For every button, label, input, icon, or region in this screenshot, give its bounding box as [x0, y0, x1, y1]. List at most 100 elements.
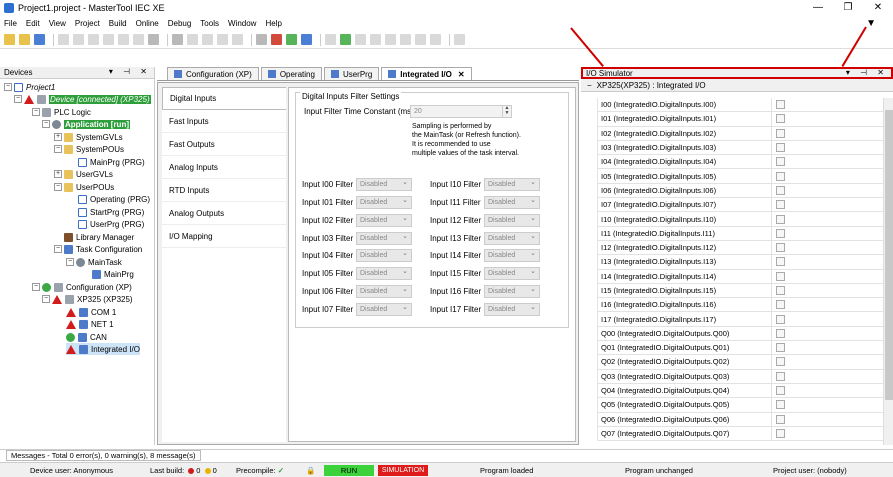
filter-dropdown[interactable]: Disabled	[484, 302, 540, 316]
sidetab-analog-outputs[interactable]: Analog Outputs	[162, 202, 286, 225]
io-checkbox[interactable]	[776, 300, 785, 310]
io-checkbox[interactable]	[776, 428, 785, 438]
sidetab-fast-outputs[interactable]: Fast Outputs	[162, 133, 286, 156]
tree-node-configuration[interactable]: − Configuration (XP)	[32, 281, 132, 293]
redo-icon[interactable]	[88, 34, 99, 45]
filter-dropdown[interactable]: Disabled	[484, 266, 540, 280]
tree-node-application[interactable]: − Application [run]	[42, 118, 130, 130]
collapse-icon[interactable]: −	[42, 120, 50, 128]
filter-dropdown[interactable]: Disabled	[356, 177, 412, 191]
io-simulator-device[interactable]: − XP325(XP325) : Integrated I/O	[581, 79, 893, 92]
tab-operating[interactable]: Operating	[260, 67, 322, 80]
spinner-icon[interactable]: ▲ ▼	[502, 106, 511, 117]
tree-node-device[interactable]: − Device [connected] (XP325)	[14, 93, 151, 105]
filter-dropdown[interactable]: Disabled	[484, 231, 540, 245]
collapse-icon[interactable]: −	[42, 295, 50, 303]
io-checkbox[interactable]	[776, 343, 785, 353]
step-out-icon[interactable]	[370, 34, 381, 45]
collapse-icon[interactable]: −	[32, 108, 40, 116]
expand-icon[interactable]: +	[54, 133, 62, 141]
io-checkbox[interactable]	[776, 400, 785, 410]
io-checkbox[interactable]	[776, 328, 785, 338]
sidetab-fast-inputs[interactable]: Fast Inputs	[162, 110, 286, 133]
collapse-icon[interactable]: −	[54, 145, 62, 153]
force-icon[interactable]	[400, 34, 411, 45]
messages-tab[interactable]: Messages - Total 0 error(s), 0 warning(s…	[6, 450, 201, 461]
tree-node-mainprg[interactable]: MainPrg (PRG)	[78, 156, 145, 168]
io-checkbox[interactable]	[776, 357, 785, 367]
filter-dropdown[interactable]: Disabled	[356, 213, 412, 227]
open-project-icon[interactable]	[19, 34, 30, 45]
tree-node-systempous[interactable]: − SystemPOUs	[54, 143, 124, 155]
stop-icon[interactable]	[301, 34, 312, 45]
io-checkbox[interactable]	[776, 371, 785, 381]
tree-node-library-manager[interactable]: Library Manager	[64, 231, 134, 243]
filter-dropdown[interactable]: Disabled	[356, 195, 412, 209]
build-icon[interactable]	[217, 34, 228, 45]
bookmark-icon[interactable]	[202, 34, 213, 45]
reset-icon[interactable]	[340, 34, 351, 45]
menu-build[interactable]: Build	[109, 19, 127, 28]
step-into-icon[interactable]	[355, 34, 366, 45]
replace-icon[interactable]	[187, 34, 198, 45]
menu-online[interactable]: Online	[136, 19, 159, 28]
tree-node-usergvls[interactable]: + UserGVLs	[54, 168, 113, 180]
sidetab-io-mapping[interactable]: I/O Mapping	[162, 225, 286, 248]
menu-edit[interactable]: Edit	[26, 19, 40, 28]
filter-dropdown[interactable]: Disabled	[484, 248, 540, 262]
io-checkbox[interactable]	[776, 414, 785, 424]
print-icon[interactable]	[58, 34, 69, 45]
toolbar-dropdown-icon[interactable]: ▼	[866, 18, 876, 29]
tree-node-systemgvls[interactable]: + SystemGVLs	[54, 131, 123, 143]
find-icon[interactable]	[172, 34, 183, 45]
tree-node-project[interactable]: − Project1	[4, 81, 55, 93]
write-values-icon[interactable]	[415, 34, 426, 45]
minimize-icon[interactable]: —	[803, 0, 833, 16]
filter-dropdown[interactable]: Disabled	[356, 248, 412, 262]
copy-icon[interactable]	[118, 34, 129, 45]
filter-dropdown[interactable]: Disabled	[484, 177, 540, 191]
logout-icon[interactable]	[271, 34, 282, 45]
io-checkbox[interactable]	[776, 100, 785, 110]
io-checkbox[interactable]	[776, 171, 785, 181]
filter-dropdown[interactable]: Disabled	[484, 213, 540, 227]
menu-file[interactable]: File	[4, 19, 17, 28]
tree-node-net1[interactable]: NET 1	[66, 318, 114, 330]
panel-controls[interactable]: ▾ ⊣ ✕	[846, 68, 888, 77]
expand-icon[interactable]: +	[54, 170, 62, 178]
tree-node-plc-logic[interactable]: − PLC Logic	[32, 106, 91, 118]
breakpoint-icon[interactable]	[385, 34, 396, 45]
start-icon[interactable]	[286, 34, 297, 45]
collapse-icon[interactable]: −	[32, 283, 40, 291]
io-checkbox[interactable]	[776, 386, 785, 396]
tree-node-maintask-prg[interactable]: MainPrg	[92, 268, 134, 280]
io-checkbox[interactable]	[776, 228, 785, 238]
filter-dropdown[interactable]: Disabled	[356, 302, 412, 316]
tree-node-operating[interactable]: Operating (PRG)	[78, 193, 150, 205]
tree-node-xp325[interactable]: − XP325 (XP325)	[42, 293, 133, 305]
collapse-icon[interactable]: −	[587, 81, 592, 90]
io-scrollbar[interactable]	[883, 98, 893, 445]
io-checkbox[interactable]	[776, 128, 785, 138]
new-project-icon[interactable]	[4, 34, 15, 45]
menu-project[interactable]: Project	[75, 19, 100, 28]
close-tab-icon[interactable]: ✕	[458, 70, 465, 79]
menu-tools[interactable]: Tools	[200, 19, 219, 28]
step-over-icon[interactable]	[325, 34, 336, 45]
io-checkbox[interactable]	[776, 114, 785, 124]
tree-node-userpous[interactable]: − UserPOUs	[54, 181, 114, 193]
collapse-icon[interactable]: −	[14, 95, 22, 103]
compile-icon[interactable]	[232, 34, 243, 45]
tree-node-userprg[interactable]: UserPrg (PRG)	[78, 218, 144, 230]
tab-configuration[interactable]: Configuration (XP)	[167, 67, 259, 80]
delete-icon[interactable]	[148, 34, 159, 45]
io-checkbox[interactable]	[776, 185, 785, 195]
io-checkbox[interactable]	[776, 200, 785, 210]
io-checkbox[interactable]	[776, 257, 785, 267]
close-icon[interactable]: ✕	[863, 0, 893, 16]
io-checkbox[interactable]	[776, 243, 785, 253]
cut-icon[interactable]	[103, 34, 114, 45]
paste-icon[interactable]	[133, 34, 144, 45]
panel-controls[interactable]: ▾ ⊣ ✕	[109, 67, 151, 76]
menu-window[interactable]: Window	[228, 19, 256, 28]
